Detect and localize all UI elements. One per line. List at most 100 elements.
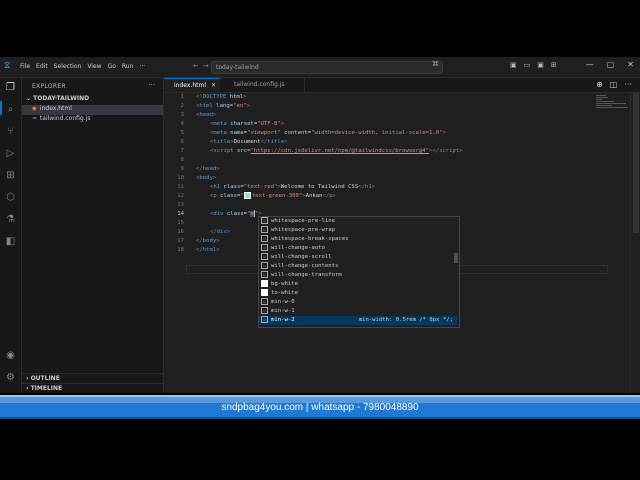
copilot-icon[interactable]: ⌘ — [432, 60, 439, 68]
activity-bar: ❐ ⌕ ⑂ ▷ ⊞ ⬡ ⚗ ◧ ◉ ⚙ — [0, 78, 22, 393]
toggle-panel-icon[interactable]: ▭ — [524, 61, 531, 69]
scrollbar-thumb[interactable] — [633, 93, 639, 233]
suggestion-item[interactable]: ▫ will-change-auto — [259, 244, 457, 253]
suggestion-item-selected[interactable]: ▫ min-w-2 min-width: 0.5rem /* 8px */; — [259, 316, 457, 325]
settings-gear-icon[interactable]: ⚙ — [5, 372, 16, 383]
containers-icon[interactable]: ◧ — [5, 236, 16, 247]
line-number: 8 — [180, 157, 184, 163]
line-number: 9 — [180, 166, 184, 172]
timeline-label: TIMELINE — [30, 385, 63, 392]
tab-index-html[interactable]: index.html ✕ — [164, 78, 220, 92]
line-number: 17 — [177, 238, 184, 244]
editor-scrollbar[interactable] — [630, 93, 640, 393]
menu-view[interactable]: View — [87, 63, 101, 70]
split-editor-icon[interactable]: ◫ — [610, 80, 618, 89]
suggestion-item[interactable]: ▫ will-change-contents — [259, 262, 457, 271]
search-icon[interactable]: ⌕ — [5, 104, 16, 115]
command-center[interactable]: today-tailwind — [211, 61, 443, 74]
suggestion-item[interactable]: ▫ whitespace-break-spaces — [259, 235, 457, 244]
tab-label: tailwind.config.js — [234, 81, 285, 88]
outline-section[interactable]: › OUTLINE — [26, 375, 60, 382]
line-number: 5 — [180, 130, 184, 136]
value-icon: ▫ — [261, 217, 268, 224]
toggle-secondary-sidebar-icon[interactable]: ▣ — [537, 61, 544, 69]
file-item-tailwind-config[interactable]: ≈ tailwind.config.js — [32, 115, 163, 125]
suggestion-item[interactable]: ▫ min-w-1 — [259, 307, 457, 316]
suggestion-scrollbar[interactable] — [454, 253, 458, 263]
explorer-icon[interactable]: ❐ — [5, 82, 16, 93]
menu-bar: File Edit Selection View Go Run ··· — [20, 63, 145, 70]
autocomplete-suggestions: ▫ whitespace-pre-line ▫ whitespace-pre-wra… — [258, 216, 460, 328]
suggestion-item[interactable]: to-white — [259, 289, 457, 298]
code-line-4: <meta charset="UTF-8"> — [210, 121, 285, 127]
toggle-sidebar-icon[interactable]: ▣ — [510, 61, 517, 69]
suggestion-item[interactable]: ▫ will-change-transform — [259, 271, 457, 280]
line-number: 16 — [177, 229, 184, 235]
value-icon: ▫ — [261, 244, 268, 251]
suggestion-item[interactable]: ▫ will-change-scroll — [259, 253, 457, 262]
menu-go[interactable]: Go — [108, 63, 116, 70]
line-number-current: 14 — [177, 211, 184, 217]
suggestion-item[interactable]: ▫ whitespace-pre-line — [259, 217, 457, 226]
code-line-7: <script src="https://cdn.jsdelivr.net/np… — [210, 148, 463, 154]
menu-selection[interactable]: Selection — [54, 63, 82, 70]
line-number: 12 — [177, 193, 184, 199]
banner-shine — [0, 397, 640, 403]
line-number: 6 — [180, 139, 184, 145]
line-number: 1 — [180, 94, 184, 100]
source-control-icon[interactable]: ⑂ — [5, 126, 16, 137]
tab-tailwind-config[interactable]: tailwind.config.js — [224, 78, 305, 92]
folder-name: TODAY-TAILWIND — [33, 95, 90, 102]
folder-header[interactable]: ⌄ TODAY-TAILWIND — [26, 95, 89, 102]
nav-back-forward-icon[interactable]: ←→ — [193, 62, 213, 70]
explorer-sidebar: EXPLORER ··· ⌄ TODAY-TAILWIND ◆ index.ht… — [22, 78, 164, 393]
command-center-text: today-tailwind — [216, 64, 259, 71]
timeline-section[interactable]: › TIMELINE — [26, 385, 62, 392]
line-number: 3 — [180, 112, 184, 118]
color-swatch[interactable] — [243, 192, 251, 199]
minimap[interactable] — [596, 95, 628, 109]
divider — [22, 383, 163, 384]
minimize-button[interactable]: — — [586, 60, 594, 69]
suggestion-item[interactable]: ▫ min-w-0 — [259, 298, 457, 307]
code-line-3: <head> — [196, 112, 217, 118]
more-actions-icon[interactable]: ··· — [624, 80, 632, 89]
remote-explorer-icon[interactable]: ⬡ — [5, 192, 16, 203]
menu-run[interactable]: Run — [122, 63, 134, 70]
window-controls: — ▢ ✕ — [586, 60, 634, 69]
vscode-window: ⧖ File Edit Selection View Go Run ··· ←→… — [0, 57, 640, 393]
value-icon: ▫ — [261, 298, 268, 305]
file-item-label: index.html — [39, 105, 72, 112]
editor-tabs: index.html ✕ tailwind.config.js ⊕ ◫ ··· — [164, 78, 640, 93]
value-icon: ▫ — [261, 271, 268, 278]
value-icon: ▫ — [261, 307, 268, 314]
menu-edit[interactable]: Edit — [36, 63, 48, 70]
testing-icon[interactable]: ⚗ — [5, 214, 16, 225]
open-preview-icon[interactable]: ⊕ — [596, 80, 603, 89]
suggestion-item[interactable]: bg-white — [259, 280, 457, 289]
customize-layout-icon[interactable]: ⊞ — [551, 61, 557, 69]
value-icon: ▫ — [261, 262, 268, 269]
menu-file[interactable]: File — [20, 63, 30, 70]
close-icon[interactable]: ✕ — [211, 82, 216, 89]
file-item-index-html[interactable]: ◆ index.html — [22, 105, 163, 115]
line-number: 10 — [177, 175, 184, 181]
tailwind-file-icon: ≈ — [32, 115, 38, 122]
sidebar-title: EXPLORER — [32, 83, 66, 90]
extensions-icon[interactable]: ⊞ — [5, 170, 16, 181]
menu-more[interactable]: ··· — [139, 63, 145, 70]
code-line-2: <html lang="en"> — [196, 103, 250, 109]
accounts-icon[interactable]: ◉ — [5, 350, 16, 361]
active-indicator — [0, 101, 2, 115]
divider — [22, 373, 163, 374]
run-debug-icon[interactable]: ▷ — [5, 148, 16, 159]
close-button[interactable]: ✕ — [627, 60, 634, 69]
suggestion-item[interactable]: ▫ whitespace-pre-wrap — [259, 226, 457, 235]
editor-actions: ⊕ ◫ ··· — [596, 80, 632, 89]
code-line-12: <p class=" text-green-300">Ankan</p> — [210, 192, 336, 199]
more-actions-icon[interactable]: ··· — [148, 81, 155, 89]
line-number: 18 — [177, 247, 184, 253]
line-number: 11 — [177, 184, 184, 190]
maximize-button[interactable]: ▢ — [607, 60, 615, 69]
watermark-banner: sndpbag4you.com | whatsapp - 7980048890 — [0, 395, 640, 419]
